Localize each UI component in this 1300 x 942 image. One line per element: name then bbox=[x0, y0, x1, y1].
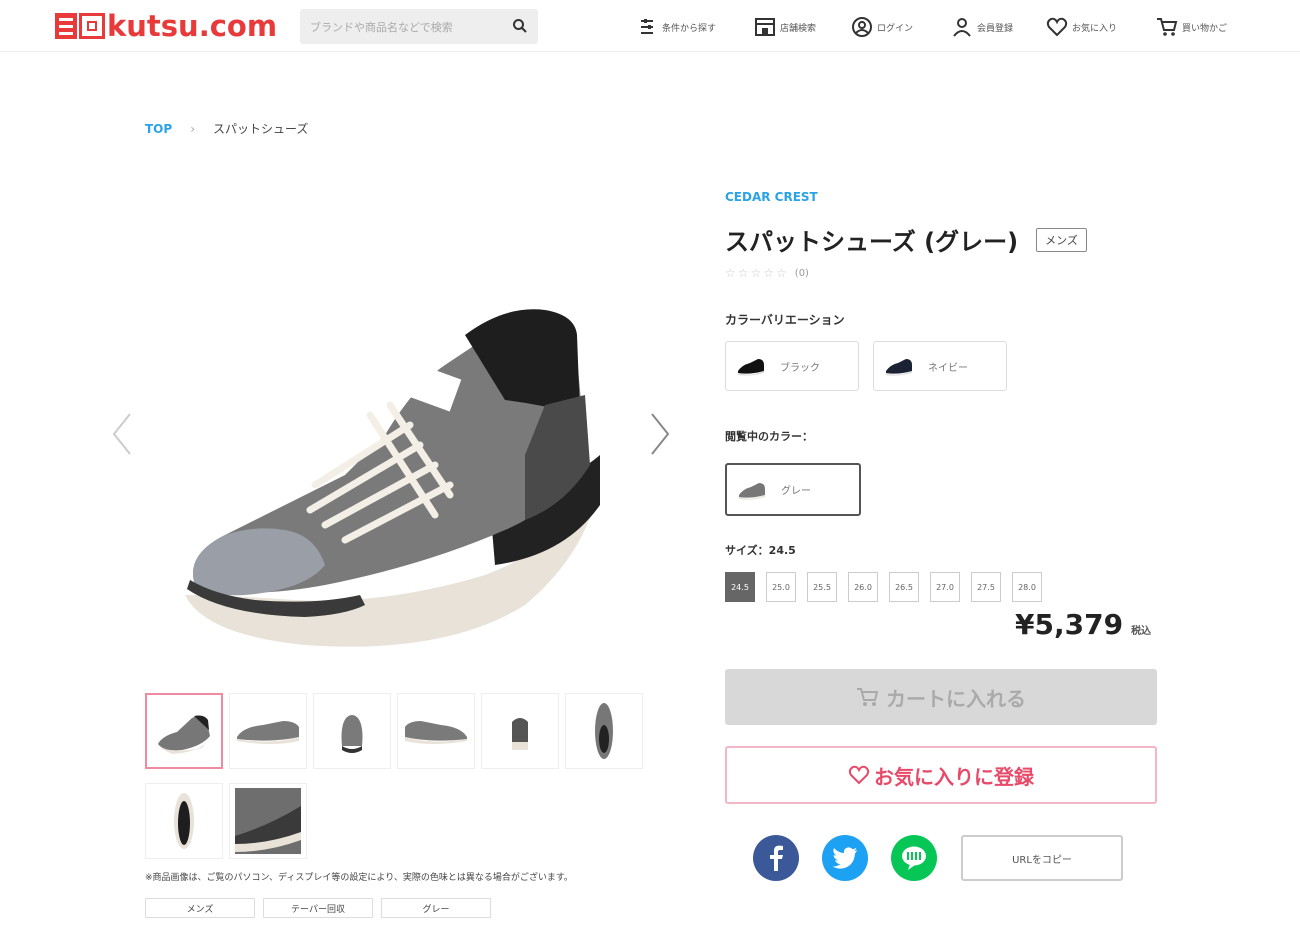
thumbnail-shoe-image bbox=[156, 715, 210, 754]
tag-color[interactable]: グレー bbox=[381, 898, 491, 918]
size-option[interactable]: 27.5 bbox=[971, 572, 1001, 602]
tax-label: 税込 bbox=[1131, 626, 1152, 637]
gallery-next-arrow[interactable] bbox=[648, 412, 672, 456]
nav-filter-label: 条件から探す bbox=[662, 23, 717, 34]
site-header: kutsu.com 条件から探す 店舗検索 ログ bbox=[0, 0, 1300, 52]
product-price: ¥5,379 bbox=[1015, 608, 1124, 641]
facebook-icon bbox=[770, 845, 783, 871]
share-facebook-button[interactable] bbox=[753, 835, 799, 881]
color-option-label: ブラック bbox=[780, 362, 820, 374]
color-swatch-gray bbox=[739, 482, 765, 500]
thumbnail-4[interactable] bbox=[397, 693, 475, 769]
add-to-favorites-button[interactable]: お気に入りに登録 bbox=[725, 746, 1157, 804]
nav-favorites-label: お気に入り bbox=[1072, 23, 1118, 34]
size-option[interactable]: 26.5 bbox=[889, 572, 919, 602]
share-line-button[interactable] bbox=[891, 835, 937, 881]
cart-icon bbox=[1157, 18, 1178, 36]
share-twitter-button[interactable] bbox=[822, 835, 868, 881]
thumbnail-shoe-image bbox=[595, 703, 613, 759]
store-icon bbox=[755, 18, 775, 36]
line-icon bbox=[902, 846, 926, 870]
thumbnail-5[interactable] bbox=[481, 693, 559, 769]
rating-count: (0) bbox=[794, 267, 809, 279]
thumbnail-3[interactable] bbox=[313, 693, 391, 769]
copy-url-button[interactable]: URLをコピー bbox=[961, 835, 1123, 881]
user-icon bbox=[953, 18, 971, 37]
logo-text: kutsu.com bbox=[107, 9, 278, 43]
image-disclaimer: ※商品画像は、ご覧のパソコン、ディスプレイ等の設定により、実際の色味とは異なる場… bbox=[145, 873, 573, 883]
thumbnail-6[interactable] bbox=[565, 693, 643, 769]
thumbnail-7[interactable] bbox=[145, 783, 223, 859]
size-option[interactable]: 25.5 bbox=[807, 572, 837, 602]
nav-filter[interactable]: 条件から探す bbox=[636, 12, 716, 42]
thumbnail-1[interactable] bbox=[145, 693, 223, 769]
nav-register[interactable]: 会員登録 bbox=[951, 12, 1013, 42]
thumbnail-shoe-image bbox=[235, 788, 301, 854]
nav-favorites[interactable]: お気に入り bbox=[1046, 12, 1117, 42]
selected-color-label: 閲覧中のカラー： bbox=[725, 430, 813, 443]
color-option-gray-selected[interactable]: グレー bbox=[725, 463, 861, 516]
nav-login-label: ログイン bbox=[877, 23, 914, 34]
search-input[interactable] bbox=[310, 17, 500, 37]
product-tags: メンズ テーパー回収 グレー bbox=[145, 898, 499, 918]
size-label: サイズ：24.5 bbox=[725, 544, 796, 557]
color-option-navy[interactable]: ネイビー bbox=[873, 341, 1007, 391]
thumbnail-shoe-image bbox=[237, 721, 299, 744]
product-main-image bbox=[145, 185, 640, 680]
thumbnail-shoe-image bbox=[512, 718, 528, 750]
breadcrumb-top-link[interactable]: TOP bbox=[145, 122, 172, 136]
product-title-row: スパットシューズ (グレー) メンズ bbox=[725, 222, 1087, 257]
search-box bbox=[300, 9, 538, 44]
search-icon[interactable] bbox=[512, 18, 528, 34]
thumbnail-2[interactable] bbox=[229, 693, 307, 769]
heart-icon bbox=[848, 765, 870, 785]
thumbnail-shoe-image bbox=[405, 721, 467, 744]
nav-store-label: 店舗検索 bbox=[780, 23, 817, 34]
size-option[interactable]: 25.0 bbox=[766, 572, 796, 602]
cart-icon bbox=[857, 688, 879, 706]
logo-mark bbox=[55, 13, 77, 39]
nav-store[interactable]: 店舗検索 bbox=[754, 12, 816, 42]
gallery-prev-arrow[interactable] bbox=[110, 412, 134, 456]
size-selector: 24.5 25.0 25.5 26.0 26.5 27.0 27.5 28.0 bbox=[725, 572, 1053, 602]
breadcrumb-separator: › bbox=[190, 121, 195, 136]
color-variation-label: カラーバリエーション bbox=[725, 313, 845, 327]
filter-icon bbox=[641, 19, 653, 34]
heart-icon bbox=[1046, 17, 1068, 37]
nav-login[interactable]: ログイン bbox=[851, 12, 913, 42]
size-option[interactable]: 27.0 bbox=[930, 572, 960, 602]
rating-stars: ☆☆☆☆☆ bbox=[725, 266, 789, 280]
gender-badge: メンズ bbox=[1036, 227, 1087, 252]
selected-color-name: グレー bbox=[781, 486, 811, 497]
size-option[interactable]: 24.5 bbox=[725, 572, 755, 602]
nav-cart[interactable]: 買い物かご bbox=[1156, 12, 1227, 42]
color-swatch-navy bbox=[886, 359, 912, 376]
thumbnail-shoe-image bbox=[341, 715, 363, 753]
tag-category[interactable]: テーパー回収 bbox=[263, 898, 373, 918]
color-swatch-black bbox=[738, 359, 764, 376]
logo-mark-secondary bbox=[79, 13, 105, 39]
nav-register-label: 会員登録 bbox=[977, 23, 1014, 34]
add-to-cart-label: カートに入れる bbox=[886, 686, 1026, 711]
thumbnail-shoe-image bbox=[174, 793, 194, 849]
product-title: スパットシューズ (グレー) bbox=[725, 228, 1019, 256]
thumbnail-8[interactable] bbox=[229, 783, 307, 859]
breadcrumb: TOP › スパットシューズ bbox=[145, 120, 308, 137]
add-to-cart-button[interactable]: カートに入れる bbox=[725, 669, 1157, 725]
price-row: ¥5,379 税込 bbox=[1015, 608, 1151, 641]
twitter-icon bbox=[832, 847, 857, 869]
site-logo[interactable]: kutsu.com bbox=[55, 9, 278, 43]
nav-cart-label: 買い物かご bbox=[1182, 23, 1228, 34]
brand-name[interactable]: CEDAR CREST bbox=[725, 190, 818, 204]
size-option[interactable]: 26.0 bbox=[848, 572, 878, 602]
breadcrumb-current: スパットシューズ bbox=[213, 122, 309, 136]
color-option-label: ネイビー bbox=[928, 362, 968, 374]
add-to-favorites-label: お気に入りに登録 bbox=[874, 764, 1034, 789]
size-option[interactable]: 28.0 bbox=[1012, 572, 1042, 602]
tag-gender[interactable]: メンズ bbox=[145, 898, 255, 918]
rating[interactable]: ☆☆☆☆☆ (0) bbox=[725, 266, 809, 280]
login-icon bbox=[852, 17, 872, 37]
color-option-black[interactable]: ブラック bbox=[725, 341, 859, 391]
